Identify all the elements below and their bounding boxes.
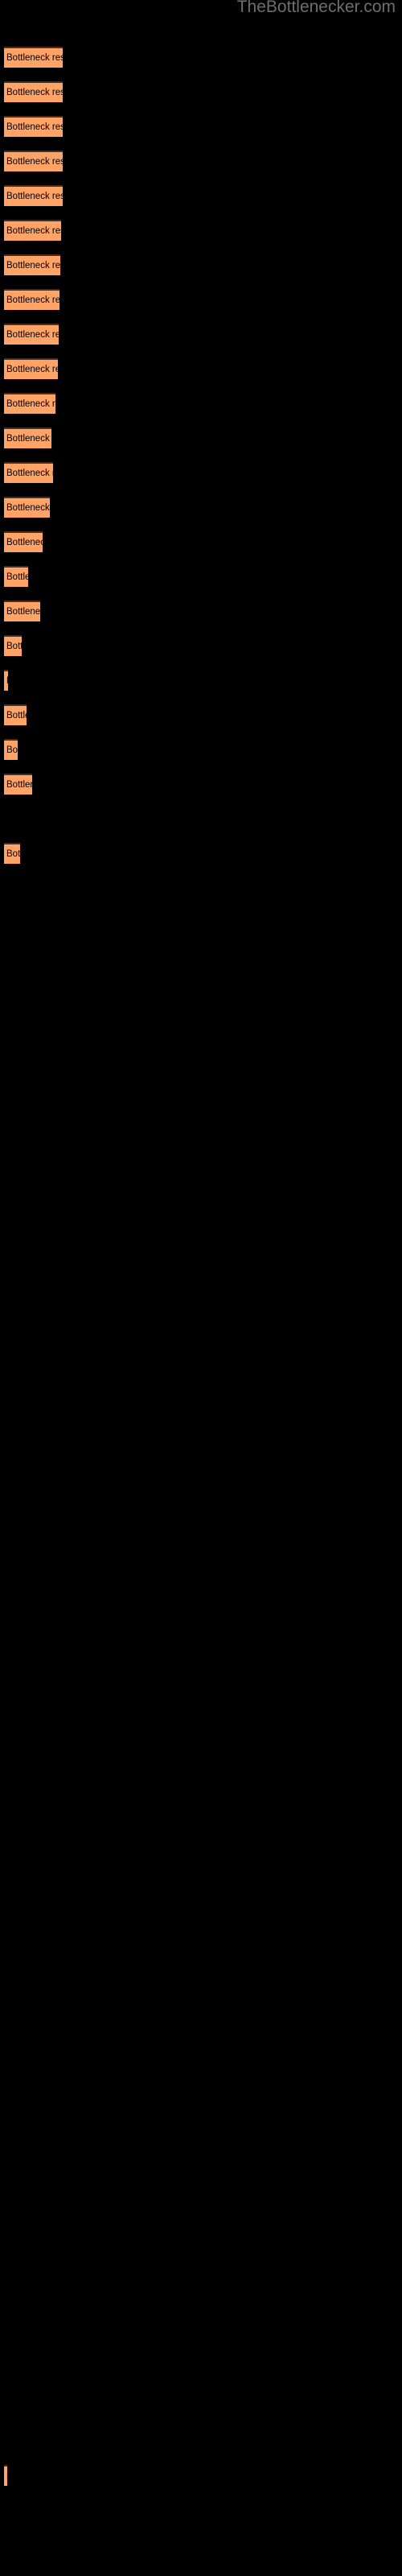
bar-row: Bottleneck result	[0, 185, 402, 206]
bar-value-label: Bottleneck result	[6, 226, 61, 236]
bar-value-label: Bottleneck result	[6, 434, 51, 444]
bar-value-label: Bottleneck result	[6, 2471, 7, 2481]
bar-value-label: Bottleneck result	[6, 88, 63, 97]
bar-row: Bottleneck result	[0, 2465, 402, 2486]
bar-row: Bottleneck result	[0, 670, 402, 691]
bar-row: Bottleneck result	[0, 497, 402, 518]
bar-value-label: Bottleneck result	[6, 122, 63, 132]
bar-value-label: Bottleneck result	[6, 745, 18, 755]
bar-row: Bottleneck result	[0, 531, 402, 552]
bar-bottleneck-result: Bottleneck result	[4, 739, 18, 760]
bar-bottleneck-result: Bottleneck result	[4, 116, 63, 137]
bar-bottleneck-result: Bottleneck result	[4, 324, 59, 345]
bar-bottleneck-result: Bottleneck result	[4, 704, 27, 725]
bar-row: Bottleneck result	[0, 843, 402, 864]
bar-value-label: Bottleneck result	[6, 642, 22, 651]
bar-value-label: Bottleneck result	[6, 157, 63, 167]
bar-bottleneck-result: Bottleneck result	[4, 497, 50, 518]
bar-row: Bottleneck result	[0, 774, 402, 795]
bar-value-label: Bottleneck result	[6, 676, 8, 686]
bar-row: Bottleneck result	[0, 566, 402, 587]
bar-row: Bottleneck result	[0, 47, 402, 68]
bar-row: Bottleneck result	[0, 393, 402, 414]
bottleneck-bar-chart: TheBottlenecker.com Bottleneck result Bot…	[0, 0, 402, 2576]
bar-row: Bottleneck result	[0, 427, 402, 448]
bar-bottleneck-result: Bottleneck result	[4, 289, 59, 310]
bar-bottleneck-result: Bottleneck result	[4, 185, 63, 206]
bar-value-label: Bottleneck result	[6, 780, 32, 790]
bar-row: Bottleneck result	[0, 739, 402, 760]
bar-value-label: Bottleneck result	[6, 365, 58, 374]
bar-value-label: Bottleneck result	[6, 192, 63, 201]
bar-row: Bottleneck result	[0, 601, 402, 621]
bar-bottleneck-result: Bottleneck result	[4, 843, 20, 864]
bar-bottleneck-result: Bottleneck result	[4, 427, 51, 448]
bar-value-label: Bottleneck result	[6, 503, 50, 513]
bar-row: Bottleneck result	[0, 81, 402, 102]
bar-bottleneck-result: Bottleneck result	[4, 601, 40, 621]
bar-bottleneck-result: Bottleneck result	[4, 566, 28, 587]
bar-bottleneck-result: Bottleneck result	[4, 774, 32, 795]
bar-row: Bottleneck result	[0, 254, 402, 275]
bar-value-label: Bottleneck result	[6, 399, 55, 409]
bar-row: Bottleneck result	[0, 635, 402, 656]
bar-bottleneck-result: Bottleneck result	[4, 635, 22, 656]
bar-row: Bottleneck result	[0, 462, 402, 483]
bar-value-label: Bottleneck result	[6, 572, 28, 582]
bar-row: Bottleneck result	[0, 220, 402, 241]
bar-row: Bottleneck result	[0, 358, 402, 379]
bar-row: Bottleneck result	[0, 151, 402, 171]
bar-bottleneck-result: Bottleneck result	[4, 254, 60, 275]
bar-bottleneck-result: Bottleneck result	[4, 670, 8, 691]
bar-bottleneck-result: Bottleneck result	[4, 462, 53, 483]
bar-bottleneck-result: Bottleneck result	[4, 393, 55, 414]
bar-bottleneck-result: Bottleneck result	[4, 81, 63, 102]
bar-value-label: Bottleneck result	[6, 469, 53, 478]
bar-value-label: Bottleneck result	[6, 261, 60, 270]
bar-value-label: Bottleneck result	[6, 330, 59, 340]
site-watermark: TheBottlenecker.com	[236, 0, 396, 16]
bar-bottleneck-result: Bottleneck result	[4, 151, 63, 171]
bar-value-label: Bottleneck result	[6, 53, 63, 63]
bar-value-label: Bottleneck result	[6, 711, 27, 720]
bar-row: Bottleneck result	[0, 289, 402, 310]
bar-bottleneck-result: Bottleneck result	[4, 220, 61, 241]
bar-value-label: Bottleneck result	[6, 538, 43, 547]
bar-bottleneck-result: Bottleneck result	[4, 358, 58, 379]
bar-value-label: Bottleneck result	[6, 849, 20, 859]
bar-value-label: Bottleneck result	[6, 607, 40, 617]
bar-row: Bottleneck result	[0, 324, 402, 345]
bar-value-label: Bottleneck result	[6, 295, 59, 305]
bar-row: Bottleneck result	[0, 704, 402, 725]
bar-row: Bottleneck result	[0, 116, 402, 137]
bar-bottleneck-result: Bottleneck result	[4, 2465, 7, 2486]
bar-bottleneck-result: Bottleneck result	[4, 531, 43, 552]
bar-bottleneck-result: Bottleneck result	[4, 47, 63, 68]
